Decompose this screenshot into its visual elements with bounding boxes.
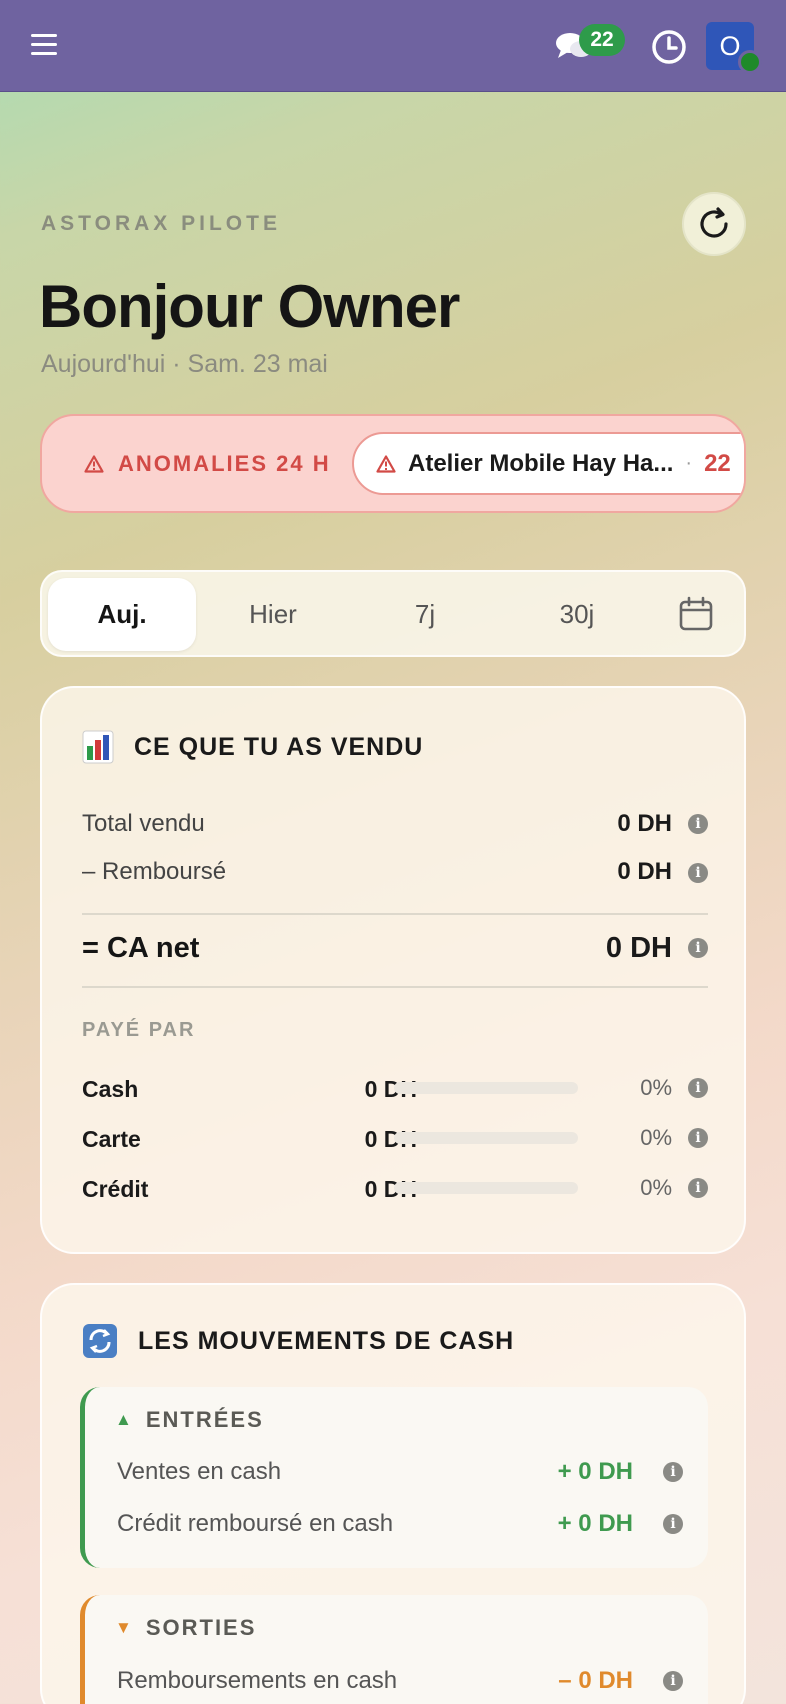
page-title: Bonjour Owner (39, 273, 460, 340)
anomaly-chip-store: Atelier Mobile Hay Ha... (408, 449, 674, 477)
payment-credit-percent: 0% (640, 1175, 672, 1200)
info-icon[interactable]: i (663, 1514, 683, 1534)
cash-sales-value: + 0 DH (557, 1458, 633, 1485)
history-button[interactable] (650, 28, 688, 66)
hamburger-menu-icon[interactable] (31, 34, 57, 56)
anomaly-chip[interactable]: Atelier Mobile Hay Ha... · 22 (352, 432, 744, 495)
payment-credit-label: Crédit (82, 1176, 149, 1202)
payment-card-percent: 0% (640, 1125, 672, 1150)
cycle-arrows-icon (83, 1324, 117, 1358)
info-icon[interactable]: i (663, 1671, 683, 1691)
cash-movements-card: LES MOUVEMENTS DE CASH ▲ ENTRÉES Ventes … (40, 1283, 746, 1704)
cash-refunds-label: Remboursements en cash (117, 1667, 398, 1694)
cash-sales-label: Ventes en cash (117, 1458, 282, 1485)
cash-card-title: LES MOUVEMENTS DE CASH (82, 1323, 514, 1359)
net-revenue-value: 0 DH (605, 932, 672, 964)
entries-title-text: ENTRÉES (145, 1407, 264, 1432)
entries-title: ▲ ENTRÉES (115, 1407, 264, 1433)
cash-title-text: LES MOUVEMENTS DE CASH (138, 1326, 515, 1355)
bar-chart-icon (82, 730, 114, 764)
credit-repaid-value: + 0 DH (557, 1510, 633, 1537)
calendar-icon[interactable] (678, 596, 714, 632)
tab-7-days[interactable]: 7j (351, 578, 499, 651)
anomaly-chip-count: 22 (704, 449, 731, 477)
tab-yesterday[interactable]: Hier (199, 578, 347, 651)
payment-credit-bar (394, 1182, 578, 1194)
tab-today[interactable]: Auj. (48, 578, 196, 651)
triangle-down-icon: ▼ (115, 1618, 134, 1637)
divider (82, 986, 708, 988)
warning-triangle-icon (376, 454, 396, 473)
exits-title: ▼ SORTIES (115, 1615, 256, 1641)
triangle-up-icon: ▲ (115, 1410, 134, 1429)
info-icon[interactable]: i (688, 1178, 708, 1198)
info-icon[interactable]: i (688, 1128, 708, 1148)
sales-card: CE QUE TU AS VENDU Total vendu 0 DH i – … (40, 686, 746, 1254)
period-tabs: Auj. Hier 7j 30j (40, 570, 746, 657)
brand-label: ASTORAX PILOTE (41, 212, 281, 235)
refunded-value: 0 DH (617, 858, 672, 885)
payment-card-label: Carte (82, 1126, 141, 1152)
payment-cash-label: Cash (82, 1076, 139, 1102)
anomaly-chip-separator: · (685, 452, 693, 474)
cash-exits-panel: ▼ SORTIES Remboursements en cash – 0 DH … (80, 1595, 708, 1704)
refresh-button[interactable] (682, 192, 746, 256)
tab-30-days[interactable]: 30j (503, 578, 651, 651)
info-icon[interactable]: i (688, 814, 708, 834)
info-icon[interactable]: i (663, 1462, 683, 1482)
user-avatar[interactable]: O (706, 22, 762, 74)
online-status-dot (738, 50, 762, 74)
exits-title-text: SORTIES (145, 1615, 257, 1640)
payment-card-bar (394, 1132, 578, 1144)
cash-refunds-value: – 0 DH (558, 1667, 633, 1694)
refunded-label: – Remboursé (82, 858, 227, 885)
anomalies-label: ANOMALIES 24 H (84, 451, 331, 477)
info-icon[interactable]: i (688, 938, 708, 958)
messages-button[interactable]: 22 (555, 24, 625, 74)
clock-history-icon (652, 30, 686, 64)
divider (82, 913, 708, 915)
credit-repaid-label: Crédit remboursé en cash (117, 1510, 394, 1537)
refresh-icon (700, 207, 728, 238)
net-revenue-label: = CA net (82, 932, 200, 964)
sales-card-title: CE QUE TU AS VENDU (82, 730, 423, 764)
anomalies-label-text: ANOMALIES 24 H (118, 451, 331, 476)
payment-cash-percent: 0% (640, 1075, 672, 1100)
sales-title-text: CE QUE TU AS VENDU (134, 732, 424, 761)
warning-triangle-icon (84, 455, 104, 473)
payment-cash-bar (394, 1082, 578, 1094)
message-count-badge: 22 (579, 24, 625, 56)
cash-entries-panel: ▲ ENTRÉES Ventes en cash + 0 DH i Crédit… (80, 1387, 708, 1568)
info-icon[interactable]: i (688, 863, 708, 883)
top-app-bar: 22 O (0, 0, 786, 92)
date-subtitle: Aujourd'hui · Sam. 23 mai (41, 350, 328, 378)
total-sold-value: 0 DH (617, 810, 672, 837)
total-sold-label: Total vendu (82, 810, 205, 837)
avatar-initial: O (719, 31, 741, 61)
anomalies-banner: ANOMALIES 24 H Atelier Mobile Hay Ha... … (40, 414, 746, 513)
paid-by-label: PAYÉ PAR (82, 1019, 196, 1041)
info-icon[interactable]: i (688, 1078, 708, 1098)
